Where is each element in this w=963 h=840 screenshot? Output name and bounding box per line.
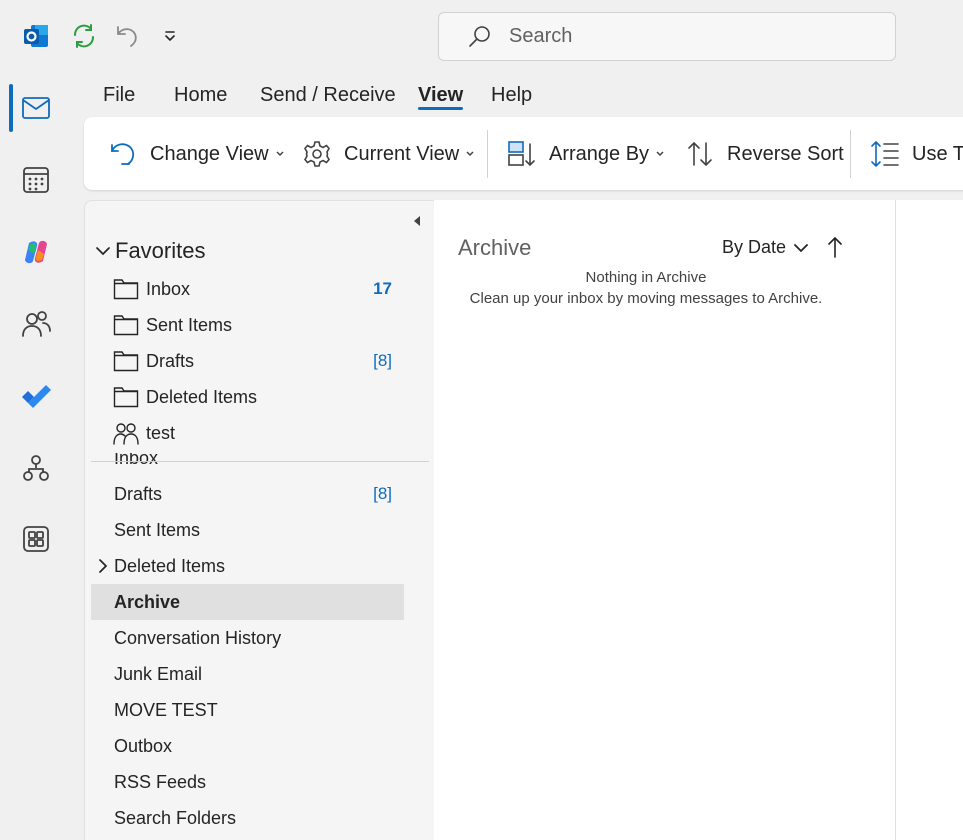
- empty-state-body: Clean up your inbox by moving messages t…: [469, 290, 823, 307]
- folder-item-archive[interactable]: Archive: [91, 584, 404, 620]
- current-view-label: Current View: [344, 142, 460, 165]
- pane-divider: [91, 461, 429, 462]
- change-view-label: Change View: [150, 142, 269, 165]
- mail-icon[interactable]: [12, 84, 60, 132]
- arrange-by-button[interactable]: Arrange By: [507, 137, 665, 171]
- favorite-item-test[interactable]: test: [91, 415, 404, 451]
- folder-item-deleted-items[interactable]: Deleted Items: [91, 548, 404, 584]
- sync-icon[interactable]: [70, 21, 98, 51]
- chevron-down-icon: [794, 243, 808, 253]
- folder-item-outbox[interactable]: Outbox: [91, 728, 404, 764]
- sort-by-label: By Date: [722, 237, 787, 257]
- current-view-button[interactable]: Current View: [302, 137, 475, 171]
- folder-item-label: Drafts: [114, 483, 163, 504]
- tab-view[interactable]: View: [418, 84, 463, 107]
- reverse-sort-button[interactable]: Reverse Sort: [685, 137, 844, 171]
- folder-item-drafts[interactable]: Drafts [8]: [91, 476, 404, 512]
- ribbon-separator: [487, 130, 488, 178]
- ribbon-separator: [850, 130, 851, 178]
- folder-item-label: Sent Items: [114, 519, 201, 540]
- folder-item-label: Outbox: [114, 735, 173, 756]
- chevron-down-icon: [465, 149, 475, 159]
- customize-qat-chevron-icon[interactable]: [160, 26, 180, 46]
- gear-icon: [302, 139, 332, 169]
- folder-item-rss-feeds[interactable]: RSS Feeds: [91, 764, 404, 800]
- change-view-button[interactable]: Change View: [108, 137, 285, 171]
- copilot-icon[interactable]: [12, 228, 60, 276]
- favorite-item-sent-items[interactable]: Sent Items: [91, 307, 404, 343]
- folder-icon: [113, 314, 139, 336]
- favorites-label: Favorites: [115, 238, 206, 263]
- sort-direction-arrow-icon[interactable]: [826, 236, 844, 258]
- favorite-item-label: test: [146, 422, 176, 443]
- folder-item-junk-email[interactable]: Junk Email: [91, 656, 404, 692]
- message-list: Archive By Date Nothing in Archive Clean…: [434, 200, 896, 840]
- folder-icon: [113, 350, 139, 372]
- search-icon: [467, 24, 493, 50]
- empty-state-title: Nothing in Archive: [585, 269, 707, 286]
- chevron-right-icon[interactable]: [97, 559, 109, 573]
- group-icon: [113, 422, 139, 446]
- message-list-title: Archive: [458, 235, 532, 260]
- folder-item-label: MOVE TEST: [114, 699, 218, 720]
- use-tighter-spacing-label: Use Ti: [912, 142, 963, 165]
- chevron-down-icon: [95, 243, 111, 259]
- collapse-pane-icon[interactable]: [407, 211, 427, 231]
- folder-item-move-test[interactable]: MOVE TEST: [91, 692, 404, 728]
- folder-item-label: Deleted Items: [114, 555, 226, 576]
- todo-icon[interactable]: [12, 372, 60, 420]
- sort-by-dropdown[interactable]: By Date: [722, 237, 808, 258]
- favorites-header[interactable]: Favorites: [95, 238, 206, 263]
- tab-help[interactable]: Help: [491, 84, 532, 107]
- org-explorer-icon[interactable]: [12, 444, 60, 492]
- favorite-item-label: Deleted Items: [146, 386, 258, 407]
- search-input[interactable]: [509, 25, 869, 48]
- folder-item-label: Conversation History: [114, 627, 282, 648]
- folder-item-label: Junk Email: [114, 663, 203, 684]
- folder-item-label: Search Folders: [114, 807, 237, 828]
- favorite-item-deleted-items[interactable]: Deleted Items: [91, 379, 404, 415]
- draft-count: [8]: [373, 351, 392, 370]
- ribbon: Change View Current View Arrange By Reve…: [84, 117, 963, 190]
- tab-home[interactable]: Home: [174, 84, 227, 107]
- arrange-by-label: Arrange By: [549, 142, 650, 165]
- reading-pane: [896, 200, 963, 840]
- chevron-down-icon: [275, 149, 285, 159]
- folder-item-search-folders[interactable]: Search Folders: [91, 800, 404, 836]
- folder-item-label: RSS Feeds: [114, 771, 207, 792]
- favorite-item-inbox[interactable]: Inbox 17: [91, 271, 404, 307]
- tab-send-receive[interactable]: Send / Receive: [260, 84, 396, 107]
- folder-pane: Favorites Inbox 17 Sent Items Drafts [8]…: [84, 200, 434, 840]
- reverse-sort-label: Reverse Sort: [727, 142, 844, 165]
- folder-icon: [113, 278, 139, 300]
- active-tab-underline: [418, 107, 463, 110]
- change-view-icon: [108, 139, 138, 169]
- favorite-item-drafts[interactable]: Drafts [8]: [91, 343, 404, 379]
- undo-icon[interactable]: [113, 21, 141, 51]
- more-apps-icon[interactable]: [12, 515, 60, 563]
- calendar-icon[interactable]: [12, 156, 60, 204]
- clipped-inbox-label: Inbox: [114, 453, 159, 465]
- draft-count: [8]: [373, 484, 392, 503]
- reverse-sort-icon: [685, 139, 715, 169]
- favorite-item-label: Drafts: [146, 350, 195, 371]
- favorite-item-label: Inbox: [146, 278, 191, 299]
- chevron-down-icon: [655, 149, 665, 159]
- line-spacing-icon: [870, 139, 900, 169]
- folder-item-conversation-history[interactable]: Conversation History: [91, 620, 404, 656]
- arrange-by-icon: [507, 139, 537, 169]
- favorite-item-label: Sent Items: [146, 314, 233, 335]
- tab-file[interactable]: File: [103, 84, 135, 107]
- search-box[interactable]: [438, 12, 896, 61]
- people-icon[interactable]: [12, 300, 60, 348]
- outlook-logo-icon: [22, 22, 50, 50]
- folder-icon: [113, 386, 139, 408]
- use-tighter-spacing-button[interactable]: Use Ti: [870, 137, 963, 171]
- unread-count: 17: [373, 279, 392, 298]
- folder-item-label: Archive: [114, 591, 181, 612]
- folder-item-sent-items[interactable]: Sent Items: [91, 512, 404, 548]
